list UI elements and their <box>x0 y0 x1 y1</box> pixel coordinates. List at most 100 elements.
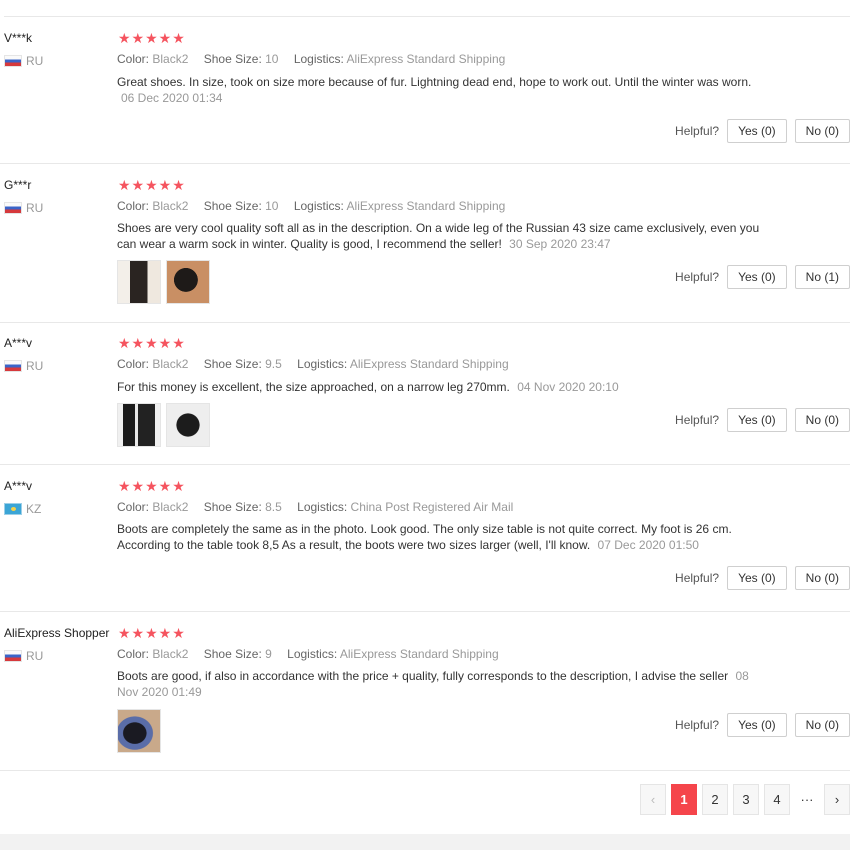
pagination-ellipsis: ··· <box>800 792 814 807</box>
color-value: Black2 <box>152 52 189 66</box>
reviewer-country: RU <box>4 201 43 215</box>
review-item: V***k RU ★★★★★ Color: Black2 Shoe Size: … <box>0 17 850 164</box>
russia-flag-icon <box>4 360 22 372</box>
reviewer-country: RU <box>4 649 43 663</box>
reviewer-country: RU <box>4 54 43 68</box>
review-attributes: Color: Black2 Shoe Size: 8.5 Logistics: … <box>117 500 513 514</box>
helpful-voting: Helpful? Yes (0) No (0) <box>675 119 850 143</box>
logistics-label: Logistics: <box>297 500 348 514</box>
review-attributes: Color: Black2 Shoe Size: 9.5 Logistics: … <box>117 357 509 371</box>
country-code: RU <box>26 54 44 68</box>
size-label: Shoe Size: <box>203 357 262 371</box>
color-label: Color: <box>117 500 150 514</box>
helpful-yes-button[interactable]: Yes (0) <box>727 566 787 590</box>
review-text: Boots are good, if also in accordance wi… <box>117 669 729 683</box>
review-text: Shoes are very cool quality soft all as … <box>117 221 760 251</box>
logistics-value: AliExpress Standard Shipping <box>346 52 506 66</box>
review-text-block: For this money is excellent, the size ap… <box>117 379 767 395</box>
size-label: Shoe Size: <box>203 647 262 661</box>
color-value: Black2 <box>152 357 189 371</box>
reviewer-name: V***k <box>4 31 33 45</box>
review-photos <box>117 260 210 304</box>
size-value: 8.5 <box>265 500 282 514</box>
helpful-voting: Helpful? Yes (0) No (1) <box>675 265 850 289</box>
helpful-voting: Helpful? Yes (0) No (0) <box>675 566 850 590</box>
review-item: G***r RU ★★★★★ Color: Black2 Shoe Size: … <box>0 164 850 323</box>
review-text-block: Boots are completely the same as in the … <box>117 521 767 553</box>
helpful-yes-button[interactable]: Yes (0) <box>727 713 787 737</box>
size-label: Shoe Size: <box>203 199 262 213</box>
review-attributes: Color: Black2 Shoe Size: 10 Logistics: A… <box>117 199 505 213</box>
logistics-value: AliExpress Standard Shipping <box>339 647 499 661</box>
helpful-label: Helpful? <box>675 413 720 427</box>
page-3-button[interactable]: 3 <box>733 784 759 815</box>
review-text-block: Boots are good, if also in accordance wi… <box>117 668 767 700</box>
country-code: KZ <box>26 502 42 516</box>
footer-band <box>0 834 850 850</box>
color-label: Color: <box>117 199 150 213</box>
helpful-label: Helpful? <box>675 270 720 284</box>
review-date: 07 Dec 2020 01:50 <box>597 538 699 552</box>
reviewer-name: A***v <box>4 479 33 493</box>
russia-flag-icon <box>4 202 22 214</box>
color-value: Black2 <box>152 647 189 661</box>
logistics-value: AliExpress Standard Shipping <box>346 199 506 213</box>
helpful-no-button[interactable]: No (0) <box>794 713 850 737</box>
logistics-value: AliExpress Standard Shipping <box>349 357 509 371</box>
page-4-button[interactable]: 4 <box>764 784 790 815</box>
reviewer-name: AliExpress Shopper <box>4 626 110 640</box>
size-value: 10 <box>265 199 279 213</box>
star-rating: ★★★★★ <box>118 30 186 46</box>
logistics-label: Logistics: <box>293 199 344 213</box>
review-date: 04 Nov 2020 20:10 <box>517 380 619 394</box>
review-attributes: Color: Black2 Shoe Size: 10 Logistics: A… <box>117 52 505 66</box>
review-text-block: Shoes are very cool quality soft all as … <box>117 220 767 252</box>
helpful-no-button[interactable]: No (0) <box>794 119 850 143</box>
helpful-no-button[interactable]: No (0) <box>794 408 850 432</box>
review-item: AliExpress Shopper RU ★★★★★ Color: Black… <box>0 612 850 771</box>
country-code: RU <box>26 201 44 215</box>
prev-page-button[interactable]: ‹ <box>640 784 666 815</box>
helpful-voting: Helpful? Yes (0) No (0) <box>675 713 850 737</box>
kazakhstan-flag-icon <box>4 503 22 515</box>
review-date: 06 Dec 2020 01:34 <box>121 91 223 105</box>
helpful-label: Helpful? <box>675 571 720 585</box>
review-photo-thumbnail[interactable] <box>117 709 161 753</box>
review-item: A***v RU ★★★★★ Color: Black2 Shoe Size: … <box>0 323 850 465</box>
reviewer-name: A***v <box>4 336 33 350</box>
review-date: 30 Sep 2020 23:47 <box>509 237 611 251</box>
helpful-label: Helpful? <box>675 124 720 138</box>
country-code: RU <box>26 359 44 373</box>
review-photo-thumbnail[interactable] <box>166 260 210 304</box>
review-photo-thumbnail[interactable] <box>117 260 161 304</box>
review-text-block: Great shoes. In size, took on size more … <box>117 74 767 106</box>
reviewer-name: G***r <box>4 178 32 192</box>
star-rating: ★★★★★ <box>118 177 186 193</box>
logistics-label: Logistics: <box>297 357 348 371</box>
helpful-yes-button[interactable]: Yes (0) <box>727 265 787 289</box>
next-page-button[interactable]: › <box>824 784 850 815</box>
star-rating: ★★★★★ <box>118 478 186 494</box>
color-value: Black2 <box>152 199 189 213</box>
helpful-yes-button[interactable]: Yes (0) <box>727 408 787 432</box>
helpful-no-button[interactable]: No (1) <box>794 265 850 289</box>
page-1-button[interactable]: 1 <box>671 784 697 815</box>
color-label: Color: <box>117 52 150 66</box>
review-photo-thumbnail[interactable] <box>166 403 210 447</box>
color-label: Color: <box>117 357 150 371</box>
star-rating: ★★★★★ <box>118 625 186 641</box>
logistics-label: Logistics: <box>293 52 344 66</box>
review-text: Great shoes. In size, took on size more … <box>117 75 752 89</box>
size-value: 10 <box>265 52 279 66</box>
color-value: Black2 <box>152 500 189 514</box>
pagination: ‹ 1 2 3 4 ··· › <box>640 784 850 815</box>
review-photos <box>117 709 161 753</box>
star-rating: ★★★★★ <box>118 335 186 351</box>
logistics-value: China Post Registered Air Mail <box>350 500 514 514</box>
review-photo-thumbnail[interactable] <box>117 403 161 447</box>
helpful-yes-button[interactable]: Yes (0) <box>727 119 787 143</box>
reviewer-country: RU <box>4 359 43 373</box>
helpful-no-button[interactable]: No (0) <box>794 566 850 590</box>
page-2-button[interactable]: 2 <box>702 784 728 815</box>
size-label: Shoe Size: <box>203 500 262 514</box>
